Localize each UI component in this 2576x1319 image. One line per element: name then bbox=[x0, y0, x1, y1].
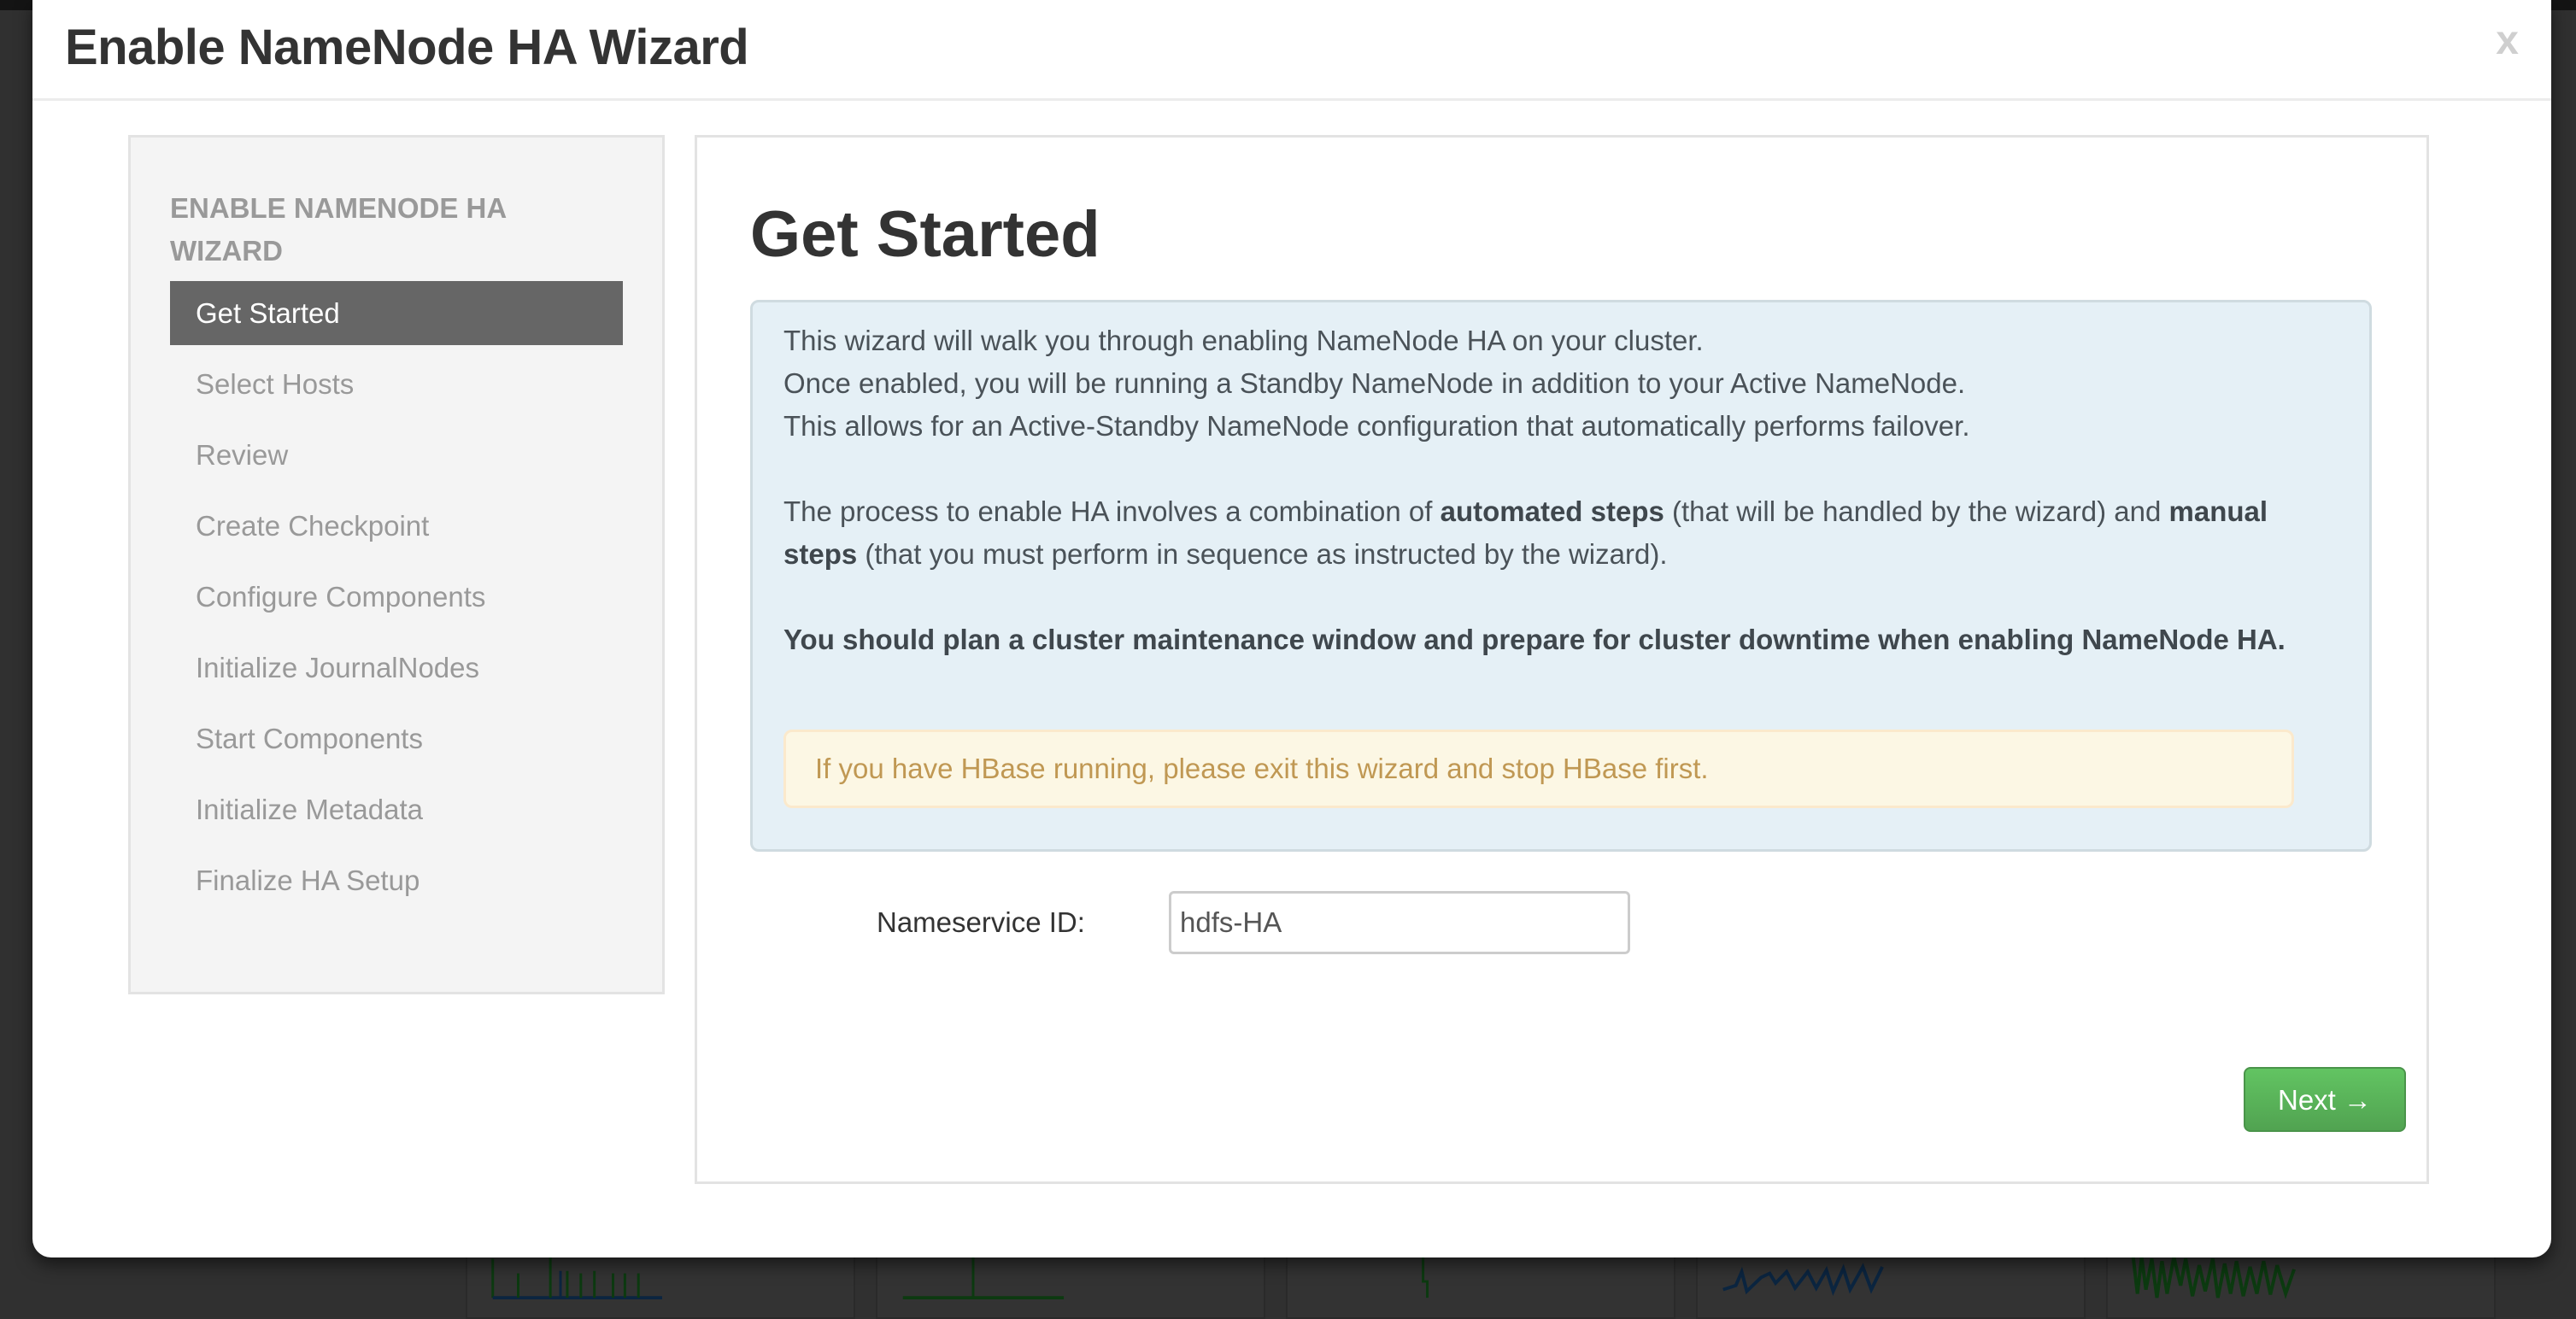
maintenance-warning: You should plan a cluster maintenance wi… bbox=[783, 618, 2338, 661]
background-chart bbox=[1722, 1263, 1884, 1297]
modal-title: Enable NameNode HA Wizard bbox=[65, 20, 749, 75]
info-line: This allows for an Active-Standby NameNo… bbox=[783, 410, 1970, 442]
background-widget bbox=[1286, 1247, 1675, 1319]
background-chart bbox=[2131, 1257, 2296, 1299]
nameservice-field-row: Nameservice ID: bbox=[697, 891, 2426, 956]
close-icon[interactable]: x bbox=[2496, 21, 2519, 62]
step-review[interactable]: Review bbox=[170, 423, 623, 487]
automated-steps-emphasis: automated steps bbox=[1440, 495, 1664, 527]
step-initialize-journalnodes[interactable]: Initialize JournalNodes bbox=[170, 636, 623, 700]
nameservice-id-input[interactable] bbox=[1169, 891, 1630, 954]
info-line: This wizard will walk you through enabli… bbox=[783, 325, 1704, 356]
background-widget bbox=[466, 1247, 855, 1319]
next-button[interactable]: Next → bbox=[2244, 1067, 2406, 1132]
background-widget bbox=[876, 1247, 1265, 1319]
background-chart bbox=[491, 1257, 662, 1300]
sidebar-heading: ENABLE NAMENODE HA WIZARD bbox=[170, 192, 506, 267]
step-configure-components[interactable]: Configure Components bbox=[170, 565, 623, 629]
maintenance-warning-text: You should plan a cluster maintenance wi… bbox=[783, 624, 2286, 655]
info-line: Once enabled, you will be running a Stan… bbox=[783, 367, 1966, 399]
background-widget bbox=[1696, 1247, 2086, 1319]
wizard-content: Get Started This wizard will walk you th… bbox=[695, 135, 2429, 1184]
process-text: The process to enable HA involves a comb… bbox=[783, 495, 1441, 527]
info-alert: This wizard will walk you through enabli… bbox=[750, 300, 2372, 852]
hbase-warning-alert: If you have HBase running, please exit t… bbox=[783, 730, 2294, 808]
step-get-started[interactable]: Get Started bbox=[170, 281, 623, 345]
background-chart bbox=[1422, 1257, 1429, 1298]
process-text: (that will be handled by the wizard) and bbox=[1664, 495, 2169, 527]
step-select-hosts[interactable]: Select Hosts bbox=[170, 352, 623, 416]
background-widget bbox=[2106, 1247, 2496, 1319]
step-start-components[interactable]: Start Components bbox=[170, 706, 623, 771]
process-text: (that you must perform in sequence as in… bbox=[857, 538, 1668, 570]
modal-header: Enable NameNode HA Wizard x bbox=[32, 0, 2551, 101]
step-create-checkpoint[interactable]: Create Checkpoint bbox=[170, 494, 623, 558]
wizard-steps-sidebar: ENABLE NAMENODE HA WIZARD Get Started Se… bbox=[128, 135, 665, 994]
step-initialize-metadata[interactable]: Initialize Metadata bbox=[170, 777, 623, 841]
step-title: Get Started bbox=[750, 198, 1100, 271]
process-description: The process to enable HA involves a comb… bbox=[783, 490, 2338, 576]
steps-list: Get Started Select Hosts Review Create C… bbox=[170, 281, 623, 919]
wizard-modal: Enable NameNode HA Wizard x ENABLE NAMEN… bbox=[32, 0, 2551, 1257]
background-chart bbox=[902, 1257, 1065, 1300]
nameservice-label: Nameservice ID: bbox=[877, 906, 1085, 938]
step-finalize-ha-setup[interactable]: Finalize HA Setup bbox=[170, 848, 623, 912]
